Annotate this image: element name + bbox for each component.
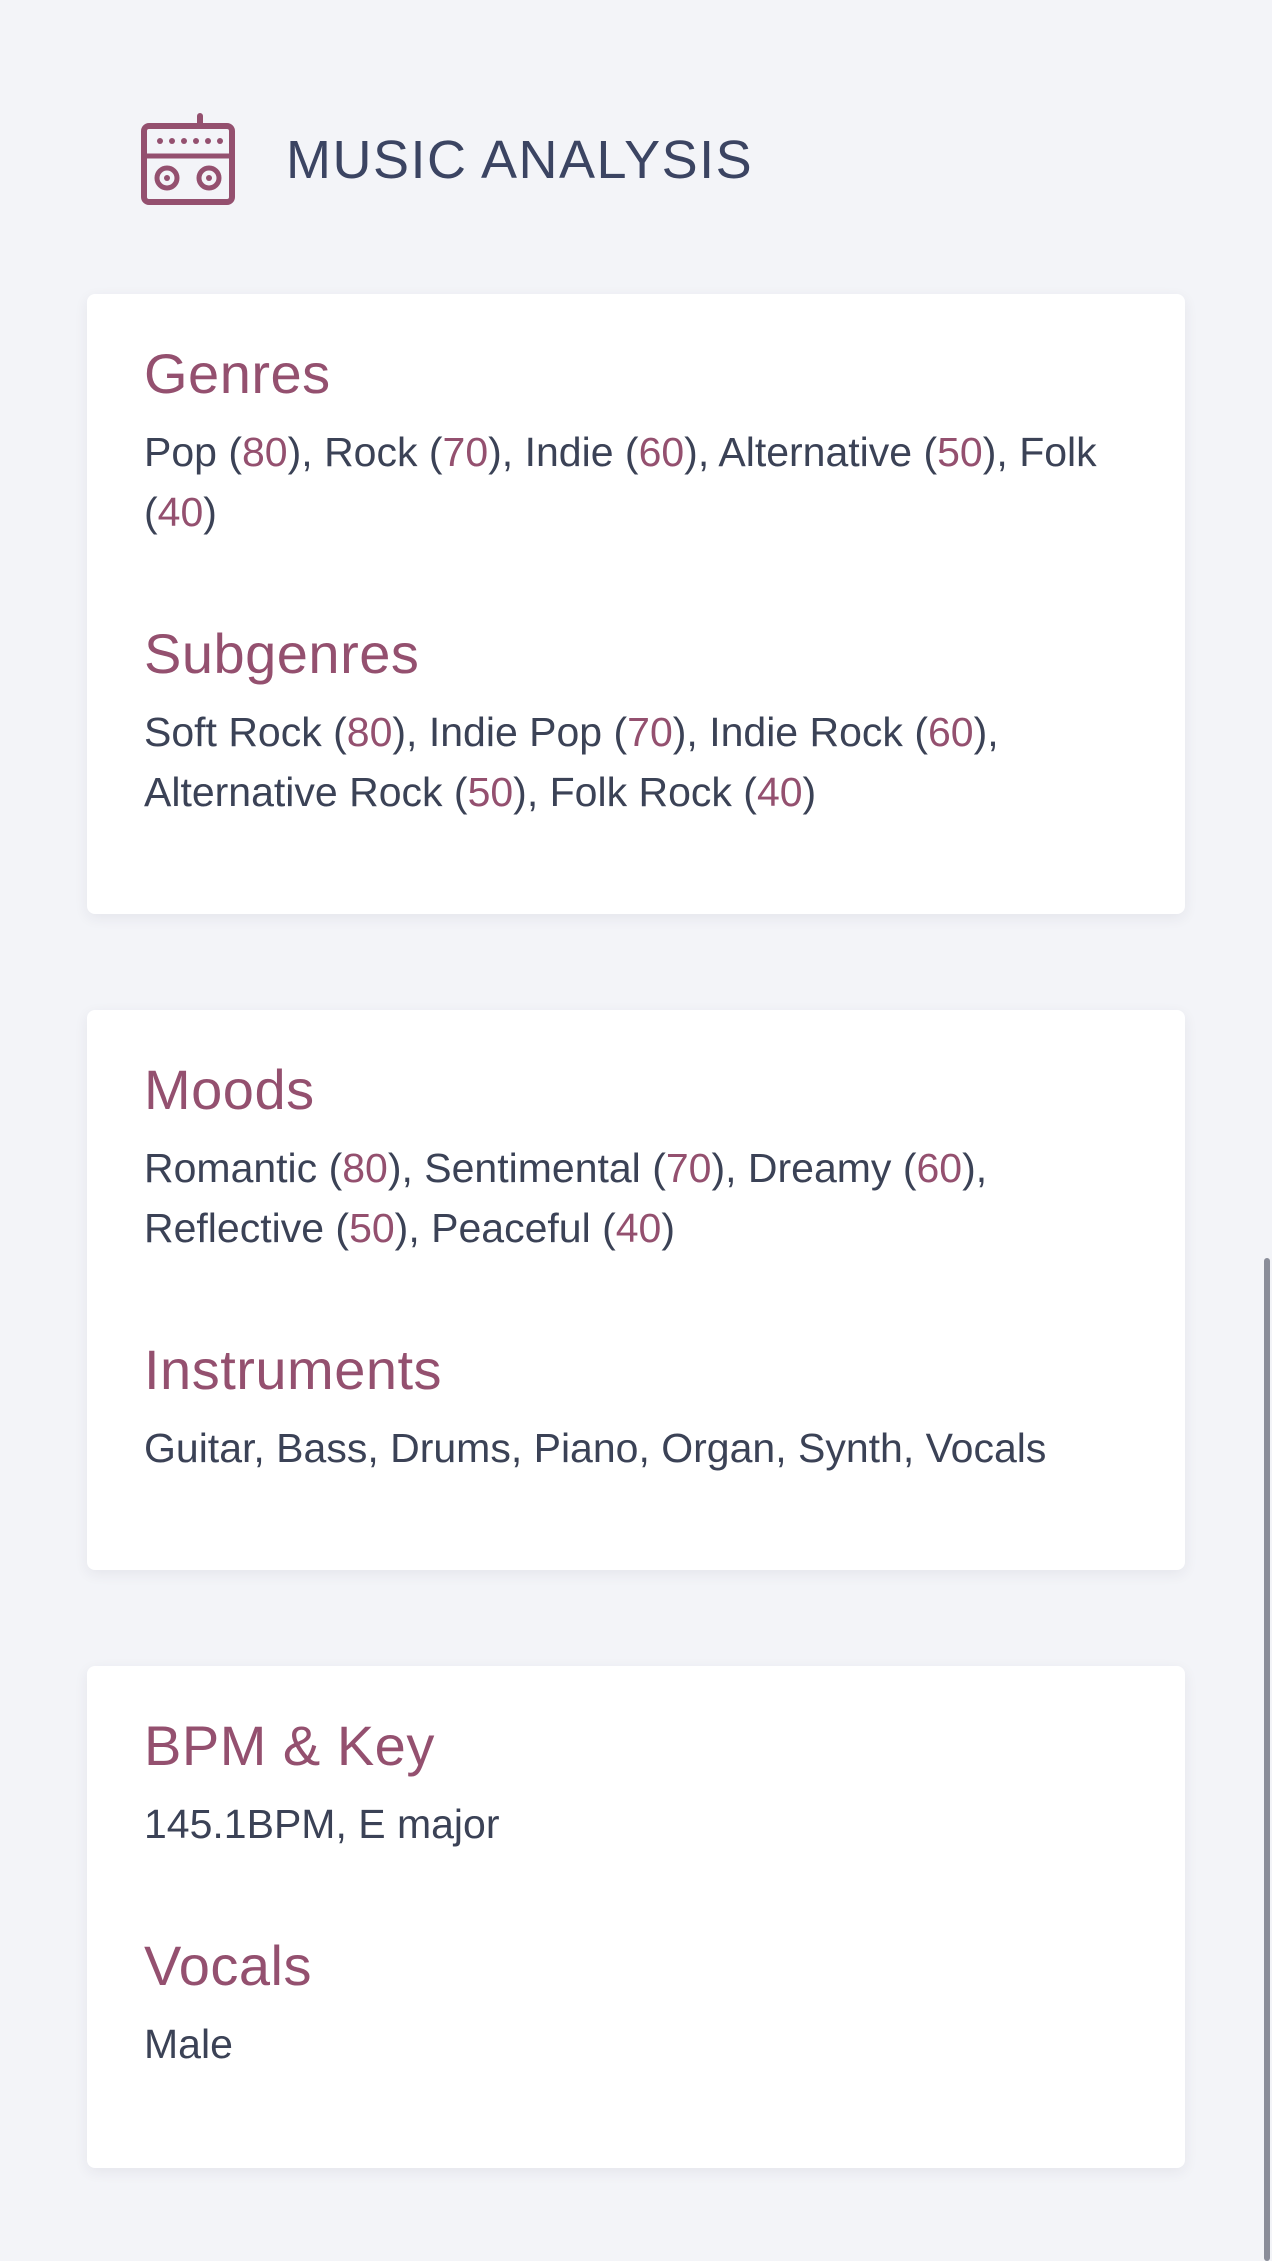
genre-item: Pop (80) — [144, 429, 302, 475]
genre-score: 80 — [242, 429, 288, 475]
mood-score: 40 — [615, 1205, 662, 1251]
genres-card: Genres Pop (80), Rock (70), Indie (60), … — [87, 294, 1185, 914]
bpm-key-title: BPM & Key — [144, 1714, 435, 1777]
page-header: MUSIC ANALYSIS — [140, 112, 753, 208]
scrollbar[interactable] — [1262, 0, 1272, 2261]
vocals-value: Male — [144, 2021, 233, 2067]
bpm-key-card: BPM & Key 145.1BPM, E major Vocals Male — [87, 1666, 1185, 2168]
subgenre-item: Soft Rock (80) — [144, 709, 407, 755]
mood-item: Romantic (80) — [144, 1145, 402, 1191]
subgenres-list: Soft Rock (80), Indie Pop (70), Indie Ro… — [144, 709, 999, 815]
genre-item: Indie (60) — [524, 429, 698, 475]
subgenre-score: 80 — [346, 709, 393, 755]
genres-title: Genres — [144, 342, 331, 405]
mood-score: 50 — [349, 1205, 395, 1251]
instruments-list: Guitar, Bass, Drums, Piano, Organ, Synth… — [144, 1425, 1047, 1471]
bpm-key-section: BPM & Key 145.1BPM, E major — [144, 1710, 1129, 1854]
genre-score: 60 — [638, 429, 685, 475]
subgenre-score: 50 — [467, 769, 514, 815]
instruments-section: Instruments Guitar, Bass, Drums, Piano, … — [144, 1334, 1129, 1478]
subgenre-item: Indie Pop (70) — [428, 709, 687, 755]
vocals-title: Vocals — [144, 1934, 312, 1997]
subgenres-title: Subgenres — [144, 622, 420, 685]
moods-card: Moods Romantic (80), Sentimental (70), D… — [87, 1010, 1185, 1570]
subgenre-item: Alternative Rock (50) — [144, 769, 527, 815]
genre-score: 70 — [442, 429, 489, 475]
mood-item: Reflective (50) — [144, 1205, 409, 1251]
genre-score: 40 — [157, 489, 204, 535]
moods-section: Moods Romantic (80), Sentimental (70), D… — [144, 1054, 1129, 1258]
scrollbar-thumb[interactable] — [1264, 1258, 1270, 2261]
page-title: MUSIC ANALYSIS — [286, 130, 754, 190]
bpm-key-value: 145.1BPM, E major — [144, 1801, 500, 1847]
mood-score: 80 — [342, 1145, 388, 1191]
moods-list: Romantic (80), Sentimental (70), Dreamy … — [144, 1145, 988, 1251]
mood-score: 60 — [916, 1145, 963, 1191]
genre-item: Rock (70) — [324, 429, 502, 475]
subgenres-section: Subgenres Soft Rock (80), Indie Pop (70)… — [144, 618, 1129, 822]
mood-item: Dreamy (60) — [747, 1145, 976, 1191]
subgenre-score: 40 — [756, 769, 803, 815]
radio-icon — [141, 113, 235, 205]
vocals-section: Vocals Male — [144, 1930, 1129, 2074]
genre-score: 50 — [937, 429, 983, 475]
moods-title: Moods — [144, 1058, 315, 1121]
subgenre-item: Folk Rock (40) — [549, 769, 817, 815]
genres-section: Genres Pop (80), Rock (70), Indie (60), … — [144, 338, 1129, 542]
genres-list: Pop (80), Rock (70), Indie (60), Alterna… — [144, 429, 1097, 535]
mood-score: 70 — [665, 1145, 712, 1191]
subgenre-score: 60 — [927, 709, 974, 755]
mood-item: Peaceful (40) — [431, 1205, 675, 1251]
mood-item: Sentimental (70) — [424, 1145, 726, 1191]
genre-item: Alternative (50) — [718, 429, 997, 475]
subgenre-item: Indie Rock (60) — [709, 709, 988, 755]
instruments-title: Instruments — [144, 1338, 443, 1401]
subgenre-score: 70 — [627, 709, 673, 755]
